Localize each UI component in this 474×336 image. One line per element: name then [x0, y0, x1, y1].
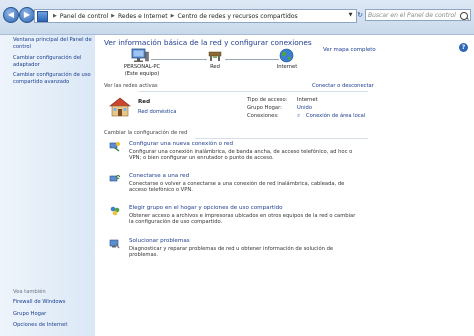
task-new-connection-desc: Configurar una conexión inalámbrica, de …: [129, 149, 353, 162]
connection-lan-link[interactable]: Conexión de área local: [306, 113, 365, 119]
search-input[interactable]: Buscar en el Panel de control: [365, 9, 471, 21]
nav-homegroup[interactable]: Grupo Hogar: [13, 311, 93, 318]
access-type-label: Tipo de acceso:: [247, 97, 288, 103]
homegroup-label: Grupo Hogar:: [247, 105, 282, 111]
search-icon[interactable]: [460, 12, 468, 20]
homegroup-icon: [110, 206, 120, 216]
network-bench-icon: [208, 51, 222, 61]
forward-button[interactable]: ▶: [19, 7, 35, 23]
network-type-link[interactable]: Red doméstica: [138, 109, 176, 115]
task-new-connection-link[interactable]: Configurar una nueva conexión o red: [129, 141, 233, 147]
task-homegroup-link[interactable]: Elegir grupo en el hogar y opciones de u…: [129, 205, 283, 211]
address-dropdown-icon[interactable]: ▼: [346, 11, 355, 20]
left-navigation: Ventana principal del Panel de control C…: [0, 35, 95, 336]
nav-internet-options[interactable]: Opciones de Internet: [13, 322, 93, 329]
address-toolbar: ◀ ▶ ▶ Panel de control ▶ Redes e Interne…: [0, 0, 474, 35]
globe-icon: [279, 48, 294, 63]
breadcrumb-network-internet[interactable]: Redes e Internet: [118, 13, 168, 20]
back-button[interactable]: ◀: [3, 7, 19, 23]
task-connect-network-desc: Conectarse o volver a conectarse a una c…: [129, 181, 345, 194]
connect-network-icon: [109, 175, 120, 182]
change-settings-label: Cambiar la configuración de red: [104, 130, 188, 136]
connections-label: Conexiones:: [247, 113, 279, 119]
access-type-value: Internet: [297, 97, 318, 103]
home-network-icon[interactable]: [109, 97, 131, 117]
troubleshoot-icon: [109, 239, 120, 249]
connection-plug-icon: ⌕: [297, 112, 301, 119]
nav-control-panel-home[interactable]: Ventana principal del Panel de control: [13, 37, 93, 50]
connect-disconnect-link[interactable]: Conectar o desconectar: [312, 83, 374, 89]
active-networks-label: Ver las redes activas: [104, 83, 158, 89]
nav-windows-firewall[interactable]: Firewall de Windows: [13, 299, 93, 306]
breadcrumb-network-center[interactable]: Centro de redes y recursos compartidos: [177, 13, 297, 20]
task-troubleshoot-desc: Diagnosticar y reparar problemas de red …: [129, 246, 334, 259]
breadcrumb-control-panel[interactable]: Panel de control: [60, 13, 108, 20]
new-connection-icon: [109, 142, 120, 152]
computer-icon: [131, 48, 149, 62]
search-placeholder: Buscar en el Panel de control: [368, 12, 456, 19]
network-name: Red: [138, 99, 151, 105]
node-computer-name: PERSONAL-PC: [123, 64, 161, 70]
address-bar[interactable]: ▶ Panel de control ▶ Redes e Internet ▶ …: [34, 9, 357, 23]
node-computer-sub: (Este equipo): [124, 71, 160, 77]
control-panel-icon: [37, 10, 48, 22]
node-internet-name: Internet: [276, 64, 298, 70]
task-troubleshoot-link[interactable]: Solucionar problemas: [129, 238, 190, 244]
network-map: PERSONAL-PC (Este equipo) Red Internet: [95, 35, 474, 115]
main-content: ? Ver información básica de la red y con…: [95, 35, 474, 336]
nav-change-adapter-settings[interactable]: Cambiar configuración del adaptador: [13, 55, 93, 68]
see-also-heading: Vea también: [13, 289, 46, 295]
task-homegroup-desc: Obtener acceso a archivos e impresoras u…: [129, 213, 356, 226]
refresh-icon[interactable]: ↻: [356, 9, 364, 21]
nav-advanced-sharing[interactable]: Cambiar configuración de uso compartido …: [13, 72, 93, 85]
task-connect-network-link[interactable]: Conectarse a una red: [129, 173, 189, 179]
homegroup-link[interactable]: Unido: [297, 105, 312, 111]
node-network-name: Red: [210, 64, 220, 70]
